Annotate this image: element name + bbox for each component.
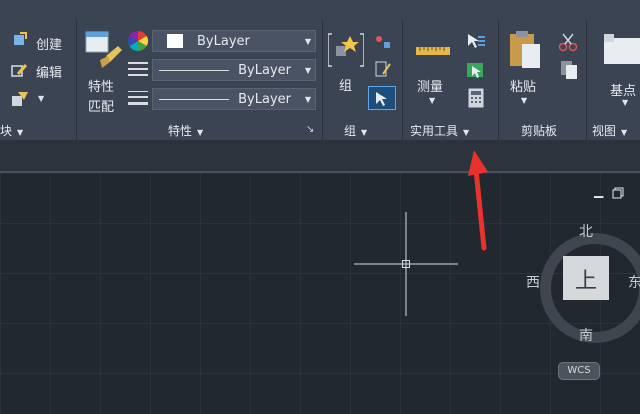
viewcube-face-label: 上 [574,269,597,294]
viewcube-top-face[interactable]: 上 [563,256,609,300]
group-edit-icon[interactable] [374,60,392,78]
panel-divider [76,20,77,140]
utilities-panel-title: 实用工具 [410,124,459,138]
copy-icon[interactable] [560,60,578,80]
base-dropdown[interactable]: ▼ [622,98,628,107]
red-arrow-annotation-icon [462,148,498,252]
lineweight-value: ByLayer [238,92,291,107]
chevron-down-icon: ▼ [621,128,628,137]
compass-west[interactable]: 西 [526,272,540,292]
chevron-down-icon: ▼ [304,66,311,75]
view-panel-title: 视图 [592,124,617,138]
color-swatch [167,34,183,48]
group-panel-label[interactable]: 组 ▼ [344,122,367,139]
color-value: ByLayer [197,34,250,49]
calculator-icon[interactable] [468,88,484,108]
quick-select-icon[interactable] [466,32,486,52]
lineweight-icon [128,90,148,106]
group-selection-toggle-icon[interactable] [368,86,396,110]
chevron-down-icon: ▼ [17,128,24,137]
compass-south[interactable]: 南 [579,325,593,345]
restore-icon[interactable] [612,184,624,199]
linetype-value: ByLayer [238,63,291,78]
paste-dropdown[interactable]: ▼ [521,96,527,105]
panel-divider [402,20,403,140]
view-panel-label[interactable]: 视图 ▼ [592,122,627,139]
paste-button-label[interactable]: 粘贴 [510,76,536,95]
wcs-menu-button[interactable]: WCS [558,362,600,380]
panel-divider [586,20,587,140]
block-attribute-dropdown[interactable]: ▼ [38,94,44,103]
chevron-down-icon: ▼ [361,128,368,137]
match-properties-label-1[interactable]: 特性 [88,76,114,95]
block-panel-label[interactable]: 块 ▼ [0,122,23,139]
edit-block-icon[interactable] [10,62,28,78]
group-panel-title: 组 [344,124,357,138]
utilities-panel-label[interactable]: 实用工具 ▼ [410,122,469,139]
linetype-icon [128,61,148,77]
clipboard-panel-title: 剪贴板 [521,124,558,138]
measure-dropdown[interactable]: ▼ [429,96,435,105]
measure-button-label[interactable]: 测量 [417,76,443,95]
create-block-label[interactable]: 创建 [36,34,62,53]
linetype-dropdown[interactable]: ByLayer ▼ [152,59,316,81]
clipboard-panel-label[interactable]: 剪贴板 [521,122,557,139]
crosshair-cursor-icon [354,212,458,316]
properties-panel-title: 特性 [168,124,193,138]
minimize-icon[interactable]: ▁ [594,184,603,198]
panel-divider [498,20,499,140]
chevron-down-icon: ▼ [197,128,204,137]
paste-clipboard-icon[interactable] [508,30,542,70]
group-button-label[interactable]: 组 [339,75,352,94]
properties-panel-label[interactable]: 特性 ▼ [168,122,203,139]
match-properties-icon[interactable] [84,30,122,70]
file-tab-bar [0,140,640,172]
linetype-preview [159,70,229,71]
block-attribute-icon[interactable] [10,90,30,108]
base-button-label[interactable]: 基点 [610,80,636,99]
compass-east[interactable]: 东 [628,272,640,292]
lineweight-dropdown[interactable]: ByLayer ▼ [152,88,316,110]
cut-icon[interactable] [558,32,578,52]
base-view-icon[interactable] [600,30,640,66]
chevron-down-icon: ▼ [304,95,311,104]
panel-divider [322,20,323,140]
measure-ruler-icon[interactable] [416,42,450,55]
compass-north[interactable]: 北 [579,221,593,241]
color-dropdown[interactable]: ByLayer ▼ [152,30,316,52]
lineweight-preview [159,99,229,100]
ribbon: 创建 编辑 ▼ 块 ▼ 特性 匹配 ByLayer ▼ ByLayer ▼ By… [0,0,640,140]
chevron-down-icon: ▼ [463,128,470,137]
panel-launcher-icon[interactable]: ↘ [306,124,314,135]
edit-block-label[interactable]: 编辑 [36,62,62,81]
group-icon[interactable] [327,32,365,68]
ungroup-icon[interactable] [374,34,392,50]
color-wheel-icon[interactable] [128,31,148,51]
select-all-icon[interactable] [466,60,486,80]
chevron-down-icon: ▼ [304,37,311,46]
block-panel-title: 块 [0,124,13,138]
create-block-icon[interactable] [10,32,28,48]
match-properties-label-2[interactable]: 匹配 [88,96,114,115]
